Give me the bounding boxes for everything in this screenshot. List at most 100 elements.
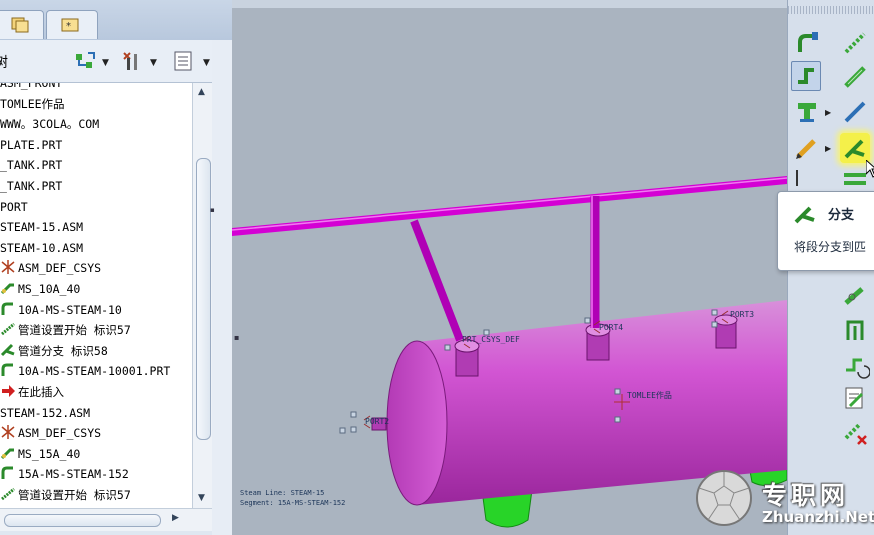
tooltip-title: 分支 (828, 208, 855, 223)
tree-item[interactable]: MS_15A_40 (0, 444, 192, 464)
pipe-line-icon (0, 281, 16, 295)
scroll-right-icon[interactable]: ▶ (172, 513, 179, 523)
tree-item-label: STEAM-15.ASM (0, 220, 84, 235)
status-line-2: Segment: 15A-MS-STEAM-152 (240, 499, 345, 507)
tree-item[interactable]: 10A-MS-STEAM-10 (0, 300, 192, 320)
tree-display-icon (76, 52, 95, 68)
pipe-info-button[interactable] (840, 384, 870, 414)
toolbar-grip (788, 6, 874, 14)
chevron-down-icon: ▼ (150, 58, 157, 68)
tree-item[interactable]: _TANK.PRT (0, 155, 192, 175)
insert-here-arrow-icon (0, 384, 16, 398)
tree-item[interactable]: WWW。3COLA。COM (0, 114, 192, 134)
scroll-down-icon[interactable]: ▼ (198, 493, 205, 503)
viewport-title-bar (232, 0, 787, 8)
mouse-cursor-icon (866, 160, 874, 178)
tree-item[interactable]: 15A-MS-STEAM-152 (0, 464, 192, 484)
tree-item-label: STEAM-152.ASM (0, 405, 91, 420)
port4-label: PORT4 (599, 323, 623, 332)
folder-stack-icon (11, 17, 29, 33)
tree-item-label: 管道分支 标识58 (18, 343, 108, 358)
tree-item[interactable]: MS_10A_40 (0, 279, 192, 299)
tree-item[interactable]: STEAM-15.ASM (0, 217, 192, 237)
route-pipe-icon (798, 68, 814, 84)
tree-item[interactable]: 管道设置开始 标识57 (0, 485, 192, 505)
document-edit-icon (845, 387, 864, 409)
tree-item[interactable]: PLATE.PRT (0, 135, 192, 155)
tooltip-description: 将段分支到匹 (794, 240, 867, 254)
tree-item[interactable]: TOMLEE作品 (0, 94, 192, 114)
straight-pipe-button[interactable] (840, 97, 870, 127)
branch-tooltip: 分支 将段分支到匹 (777, 191, 874, 271)
scroll-thumb[interactable] (196, 158, 211, 440)
watermark-name: 专职网 (762, 481, 850, 510)
chevron-right-icon[interactable]: ▶ (825, 144, 831, 153)
tree-item-label: STEAM-10.ASM (0, 240, 84, 255)
status-line-1: Steam Line: STEAM-15 (240, 489, 324, 497)
collapse-handle-icon[interactable]: ▪ (210, 206, 215, 214)
tomlee-label: TOMLEE作品 (627, 390, 672, 400)
chevron-right-icon[interactable]: ▶ (825, 108, 831, 117)
tree-item-label: 10A-MS-STEAM-10001.PRT (18, 364, 171, 379)
scroll-up-icon[interactable]: ▲ (198, 87, 205, 97)
pencil-icon (796, 139, 816, 159)
branch-button[interactable] (840, 133, 870, 163)
pipe-line-icon (0, 446, 16, 460)
tree-item-label: PORT (0, 199, 28, 214)
tools-icon (123, 52, 137, 70)
tree-item[interactable]: PORT (0, 197, 192, 217)
bracket-icon (846, 320, 864, 340)
flexible-pipe-icon (844, 66, 866, 88)
tree-item-label: ASM_DEF_CSYS (18, 426, 102, 441)
separator (796, 170, 812, 186)
csys-icon (0, 260, 16, 275)
tree-item-label: _TANK.PRT (0, 179, 63, 193)
fitting-button[interactable] (792, 97, 822, 127)
port2-label: PORT2 (365, 417, 389, 426)
graphics-window[interactable]: PRT_CSYS_DEF PORT4 PORT3 PORT2 TOMLEE作品 … (232, 0, 787, 535)
tab-favorites[interactable]: * (46, 10, 98, 39)
flexible-pipe-button[interactable] (840, 62, 870, 92)
tab-model-tree[interactable] (0, 10, 44, 39)
pipe-follow-icon (844, 287, 864, 305)
tree-item-label: _TANK.PRT (0, 158, 63, 173)
tree-settings-button[interactable]: ▼ (120, 50, 160, 72)
tree-item[interactable]: 管道分支 标识58 (0, 341, 192, 361)
follow-button[interactable] (840, 281, 870, 311)
chevron-down-icon: ▼ (203, 58, 210, 68)
tree-item-label: 15A-MS-STEAM-152 (18, 467, 129, 482)
pipe-segment-button[interactable] (840, 28, 870, 58)
pipe-setup-icon (0, 322, 16, 336)
tree-item[interactable]: STEAM-10.ASM (0, 238, 192, 258)
panel-sash[interactable]: ▪ (210, 40, 232, 535)
tree-item[interactable]: ASM_DEF_CSYS (0, 423, 192, 443)
watermark-logo (696, 470, 752, 526)
insert-fitting-button[interactable] (840, 316, 870, 346)
tree-item[interactable]: 管道设置开始 标识57 (0, 320, 192, 340)
tree-item[interactable]: STEAM-152.ASM (0, 403, 192, 423)
tree-item-label: PLATE.PRT (0, 137, 63, 152)
tree-title: 树 (0, 55, 8, 71)
delete-segment-button[interactable] (840, 418, 870, 448)
branch-icon (794, 206, 815, 224)
sketch-button[interactable] (792, 133, 822, 163)
pipe-segment-icon (844, 32, 866, 54)
tree-item-label: ASM_DEF_CSYS (18, 261, 102, 276)
tree-item-label: 10A-MS-STEAM-10 (18, 302, 122, 317)
tree-item[interactable]: ASM_FRONT (0, 83, 192, 93)
tree-item[interactable]: _TANK.PRT (0, 176, 192, 196)
pipe-start-icon (798, 32, 818, 52)
reroute-button[interactable] (840, 350, 871, 380)
pipe-branch-icon (0, 343, 16, 357)
scroll-thumb[interactable] (4, 514, 161, 527)
route-pipe-button[interactable] (791, 61, 821, 91)
tree-columns-button[interactable]: ▼ (172, 50, 212, 72)
tree-vertical-scrollbar[interactable]: ▲ ▼ (192, 83, 213, 508)
tree-display-button[interactable]: ▼ (74, 50, 114, 72)
tree-item[interactable]: 在此插入 (0, 382, 192, 402)
tree-item[interactable]: ASM_DEF_CSYS (0, 258, 192, 278)
set-start-button[interactable] (792, 28, 822, 58)
pipe-segment-icon (0, 302, 16, 316)
tree-horizontal-scrollbar[interactable]: ▶ (0, 508, 212, 531)
tree-item[interactable]: 10A-MS-STEAM-10001.PRT (0, 361, 192, 381)
